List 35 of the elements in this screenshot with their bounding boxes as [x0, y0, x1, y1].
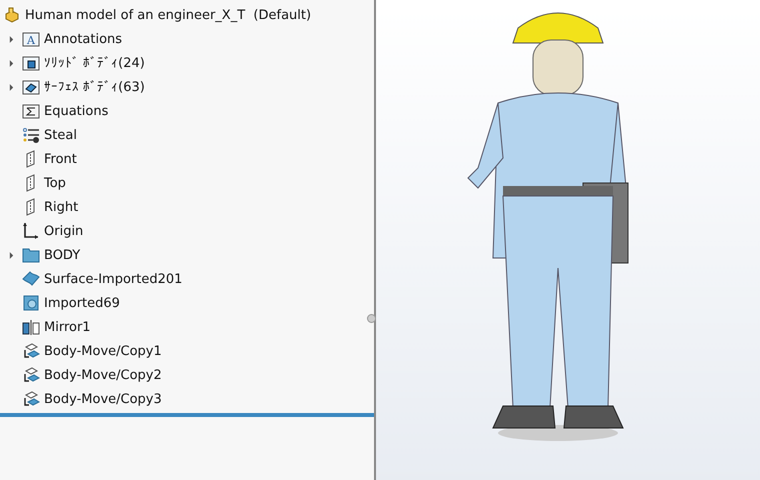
- move-copy-icon: [22, 390, 40, 408]
- annotation-folder-icon: A: [22, 30, 40, 48]
- feature-item[interactable]: Top: [44, 176, 66, 190]
- part-name[interactable]: Human model of an engineer_X_T (Default): [25, 8, 312, 22]
- feature-item[interactable]: Body-Move/Copy2: [44, 368, 162, 382]
- part-icon: [4, 7, 20, 23]
- feature-item[interactable]: Body-Move/Copy1: [44, 344, 162, 358]
- surface-icon: [22, 270, 40, 288]
- equations-icon: [22, 102, 40, 120]
- feature-item[interactable]: ｻｰﾌｪｽ ﾎﾞﾃﾞｨ(63): [44, 80, 145, 94]
- expand-arrow-icon[interactable]: [8, 36, 14, 42]
- expand-arrow-icon[interactable]: [8, 84, 14, 90]
- body-folder-icon: [22, 78, 40, 96]
- origin-icon: [22, 222, 40, 240]
- expand-arrow-icon[interactable]: [8, 60, 14, 66]
- expand-arrow-icon[interactable]: [8, 252, 14, 258]
- feature-item[interactable]: Steal: [44, 128, 77, 142]
- move-copy-icon: [22, 342, 40, 360]
- mirror-icon: [22, 318, 40, 336]
- solid-body-icon: [22, 294, 40, 312]
- feature-item[interactable]: Mirror1: [44, 320, 91, 334]
- feature-item[interactable]: Annotations: [44, 32, 122, 46]
- move-copy-icon: [22, 366, 40, 384]
- body-folder-icon: [22, 54, 40, 72]
- feature-item[interactable]: Right: [44, 200, 78, 214]
- feature-item[interactable]: ｿﾘｯﾄﾞ ﾎﾞﾃﾞｨ(24): [44, 56, 145, 70]
- feature-item[interactable]: Body-Move/Copy3: [44, 392, 162, 406]
- feature-item[interactable]: Equations: [44, 104, 108, 118]
- feature-item[interactable]: Front: [44, 152, 77, 166]
- material-icon: [22, 126, 40, 144]
- feature-item[interactable]: BODY: [44, 248, 80, 262]
- feature-item[interactable]: Imported69: [44, 296, 120, 310]
- feature-item[interactable]: Surface-Imported201: [44, 272, 182, 286]
- folder-icon: [22, 246, 40, 264]
- feature-item[interactable]: Origin: [44, 224, 84, 238]
